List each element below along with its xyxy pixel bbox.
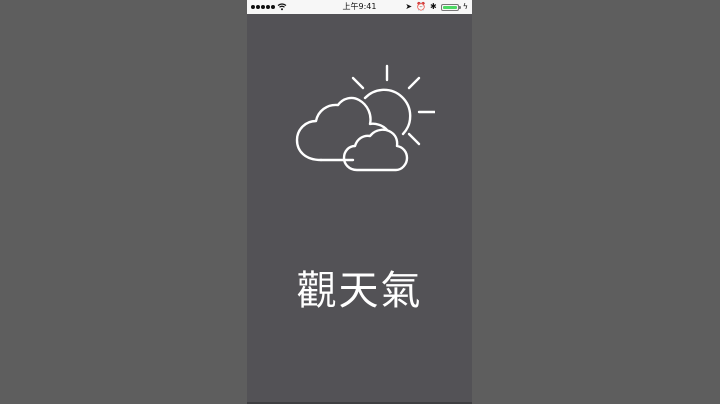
phone-screen: 上午9:41 ➤ ⏰ ✱ ϟ 觀天氣: [247, 0, 472, 404]
alarm-icon: ⏰: [416, 2, 427, 11]
battery-icon: [440, 3, 461, 11]
location-icon: ➤: [405, 2, 413, 11]
partly-cloudy-icon: [295, 64, 435, 172]
screen: 上午9:41 ➤ ⏰ ✱ ϟ 觀天氣: [0, 0, 720, 404]
charging-icon: ϟ: [462, 2, 468, 11]
status-bar: 上午9:41 ➤ ⏰ ✱ ϟ: [247, 0, 472, 14]
status-right-group: ➤ ⏰ ✱ ϟ: [405, 0, 468, 14]
app-title: 觀天氣: [296, 268, 423, 314]
bluetooth-icon: ✱: [430, 2, 437, 11]
